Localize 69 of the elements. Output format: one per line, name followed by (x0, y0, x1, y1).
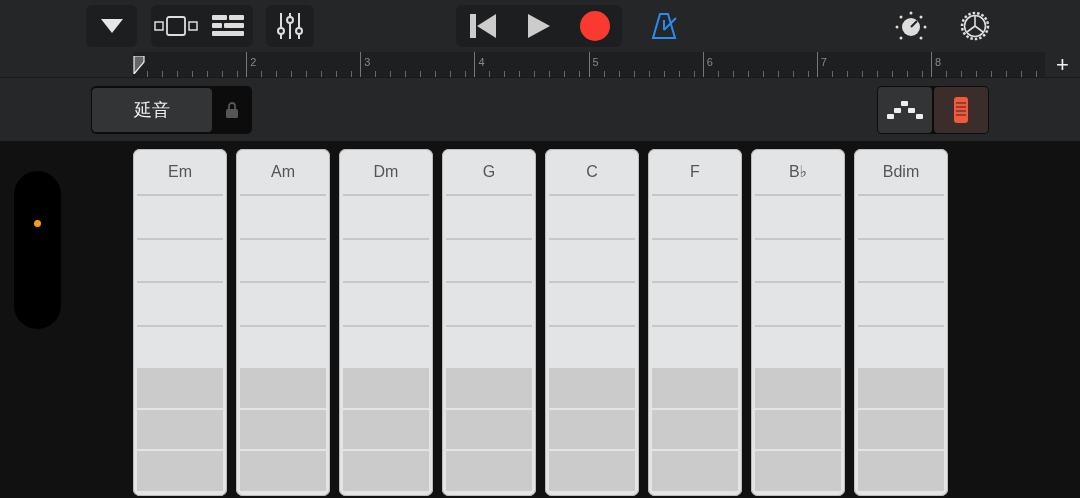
bar-number: 6 (706, 56, 713, 68)
chord-strip[interactable]: C (545, 149, 639, 496)
bass-zone[interactable] (137, 368, 223, 408)
metronome-icon (650, 12, 680, 40)
bass-zone[interactable] (240, 451, 326, 492)
bend-strip[interactable] (14, 171, 61, 329)
bass-zone[interactable] (446, 368, 532, 408)
position-dot (34, 220, 41, 227)
bass-zone[interactable] (343, 368, 429, 408)
bass-zone[interactable] (755, 409, 841, 450)
chord-label: Em (167, 162, 193, 182)
chord-label: C (585, 162, 599, 182)
bass-zone[interactable] (549, 451, 635, 492)
view-toggle-icon (154, 16, 198, 36)
chord-label: B♭ (787, 162, 809, 182)
settings-icon (959, 10, 991, 42)
chord-label: Bdim (881, 162, 921, 182)
chord-label: Am (270, 162, 296, 182)
mixer-button[interactable] (266, 5, 314, 47)
strips-icon (954, 96, 968, 123)
playhead-icon[interactable] (133, 56, 145, 74)
lock-icon[interactable] (226, 101, 238, 118)
triangle-down-icon (100, 18, 123, 34)
arpeggiator-button[interactable] (878, 86, 932, 133)
bar-number: 4 (478, 56, 485, 68)
bass-zone[interactable] (240, 409, 326, 450)
bar-number: 3 (364, 56, 371, 68)
chord-strip[interactable]: Am (236, 149, 330, 496)
bass-zone[interactable] (446, 409, 532, 450)
play-icon (528, 14, 550, 38)
bass-zone[interactable] (343, 451, 429, 492)
record-icon (580, 11, 610, 41)
bass-zone[interactable] (446, 451, 532, 492)
bass-zone[interactable] (858, 368, 944, 408)
chord-strip[interactable]: Em (133, 149, 227, 496)
bass-zone[interactable] (652, 409, 738, 450)
bass-zone[interactable] (549, 368, 635, 408)
chord-strip[interactable]: G (442, 149, 536, 496)
add-button[interactable]: + (1045, 52, 1080, 77)
bar-number: 5 (592, 56, 599, 68)
bass-zone[interactable] (652, 368, 738, 408)
chord-label: Dm (372, 162, 400, 182)
dropdown-button[interactable] (86, 5, 137, 47)
sustain-button[interactable]: 延音 (91, 86, 213, 133)
chord-strip[interactable]: Bdim (854, 149, 948, 496)
chord-strip[interactable]: B♭ (751, 149, 845, 496)
knob-icon (894, 11, 928, 41)
tracks-icon (212, 15, 244, 37)
chord-label: F (689, 162, 701, 182)
bar-number: 7 (820, 56, 827, 68)
bass-zone[interactable] (755, 368, 841, 408)
arpeggio-icon (887, 99, 923, 120)
chord-strips-button[interactable] (934, 86, 988, 133)
chord-strip[interactable]: F (648, 149, 742, 496)
skip-back-icon (470, 14, 496, 38)
bass-zone[interactable] (755, 451, 841, 492)
bass-zone[interactable] (240, 368, 326, 408)
bass-zone[interactable] (549, 409, 635, 450)
bar-number: 2 (250, 56, 257, 68)
mixer-icon (277, 12, 303, 40)
bar-number: 8 (934, 56, 941, 68)
chord-strip[interactable]: Dm (339, 149, 433, 496)
chord-label: G (481, 162, 497, 182)
bass-zone[interactable] (137, 409, 223, 450)
bass-zone[interactable] (652, 451, 738, 492)
bass-zone[interactable] (343, 409, 429, 450)
bass-zone[interactable] (858, 451, 944, 492)
bass-zone[interactable] (137, 451, 223, 492)
bass-zone[interactable] (858, 409, 944, 450)
